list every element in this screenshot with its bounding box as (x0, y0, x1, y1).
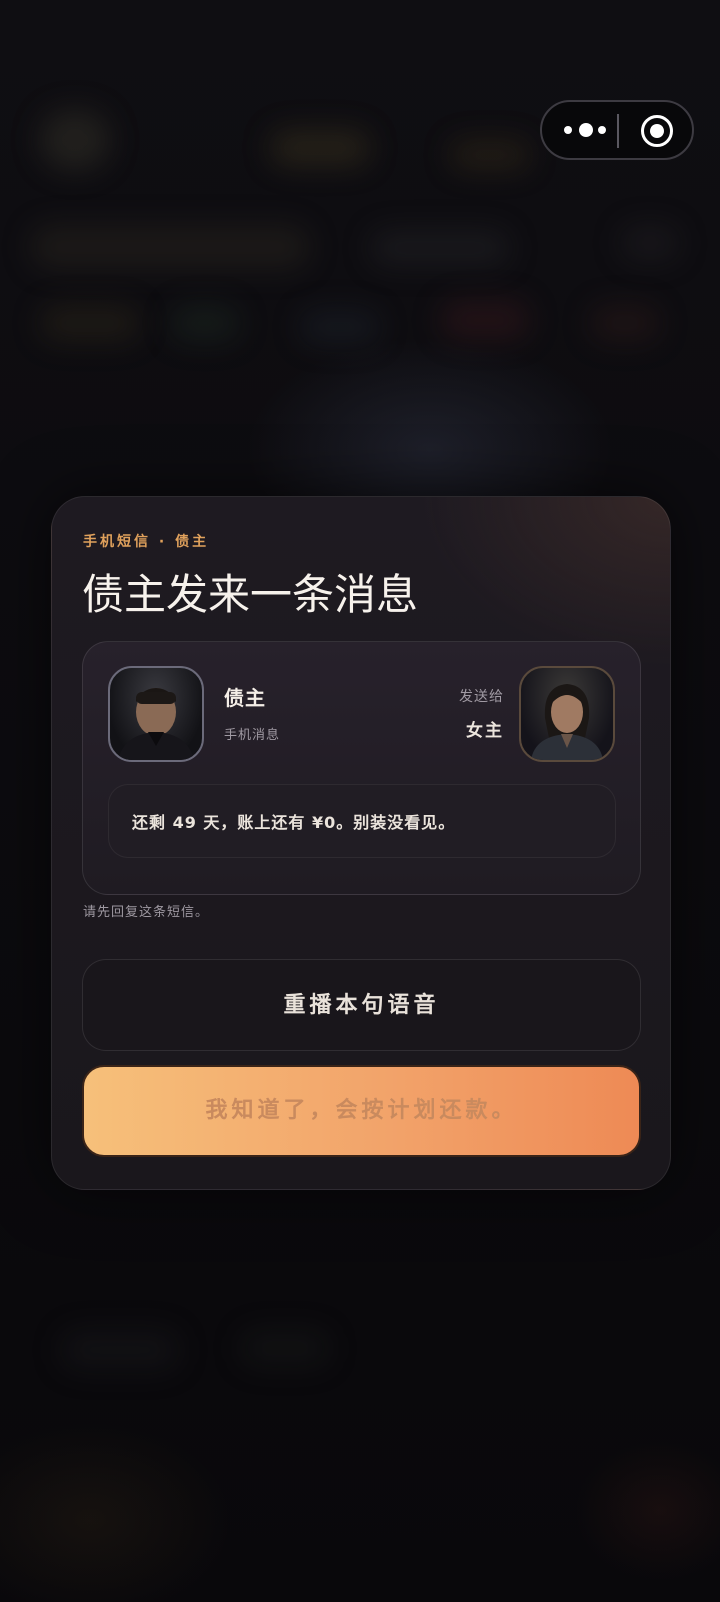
sender-name: 债主 (224, 686, 266, 710)
message-bubble: 还剩 49 天，账上还有 ¥0。别装没看见。 (108, 784, 616, 858)
sender-avatar (108, 666, 204, 762)
app-screen: 手机短信 · 债主 债主发来一条消息 债主 手机消息 发送给 女主 还剩 49 … (0, 0, 720, 1602)
replay-voice-button[interactable]: 重播本句语音 (82, 959, 641, 1051)
message-panel: 债主 手机消息 发送给 女主 还剩 49 天，账上还有 ¥0。别装没看见。 (82, 641, 641, 895)
message-text: 还剩 49 天，账上还有 ¥0。别装没看见。 (132, 813, 456, 832)
dialog-title: 债主发来一条消息 (82, 570, 419, 619)
capsule-divider (617, 114, 619, 148)
dialog-kicker: 手机短信 · 债主 (83, 534, 210, 550)
more-dots-icon[interactable] (564, 123, 608, 137)
recipient-avatar (519, 666, 615, 762)
sms-dialog: 手机短信 · 债主 债主发来一条消息 债主 手机消息 发送给 女主 还剩 49 … (51, 496, 671, 1190)
reply-hint: 请先回复这条短信。 (83, 905, 210, 920)
confirm-repay-button[interactable]: 我知道了，会按计划还款。 (82, 1065, 641, 1157)
sender-subtitle: 手机消息 (224, 728, 281, 743)
recipient-name: 女主 (466, 721, 504, 741)
target-close-icon[interactable] (641, 115, 673, 147)
recipient-label: 发送给 (459, 689, 504, 705)
miniprogram-capsule (540, 100, 694, 160)
